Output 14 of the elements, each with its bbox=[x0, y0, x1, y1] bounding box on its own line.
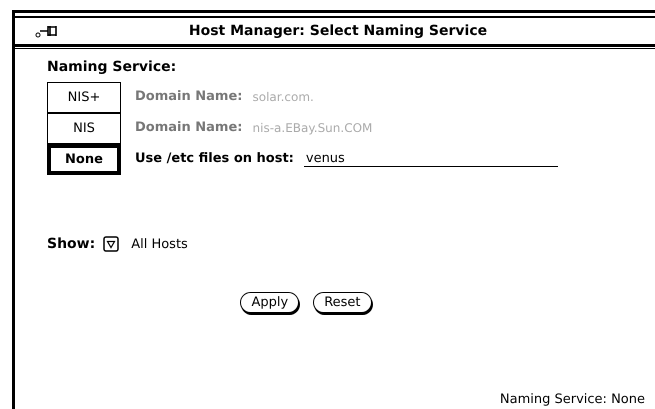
show-label: Show: bbox=[47, 236, 96, 252]
show-value: All Hosts bbox=[131, 236, 188, 252]
field-value: nis-a.EBay.Sun.COM bbox=[252, 120, 372, 134]
dropdown-icon[interactable] bbox=[103, 236, 120, 252]
action-button[interactable]: Reset bbox=[313, 292, 372, 313]
choice-option[interactable]: None bbox=[47, 144, 121, 174]
field-label: Domain Name: bbox=[135, 89, 242, 104]
window-title: Host Manager: Select Naming Service bbox=[188, 23, 488, 39]
field-label: Use /etc files on host: bbox=[135, 151, 294, 166]
field-label: Domain Name: bbox=[135, 120, 242, 135]
action-button[interactable]: Apply bbox=[240, 292, 300, 313]
field-value: solar.com. bbox=[252, 90, 314, 104]
section-label: Naming Service: bbox=[47, 59, 178, 75]
status-text: Naming Service: None bbox=[500, 392, 645, 407]
